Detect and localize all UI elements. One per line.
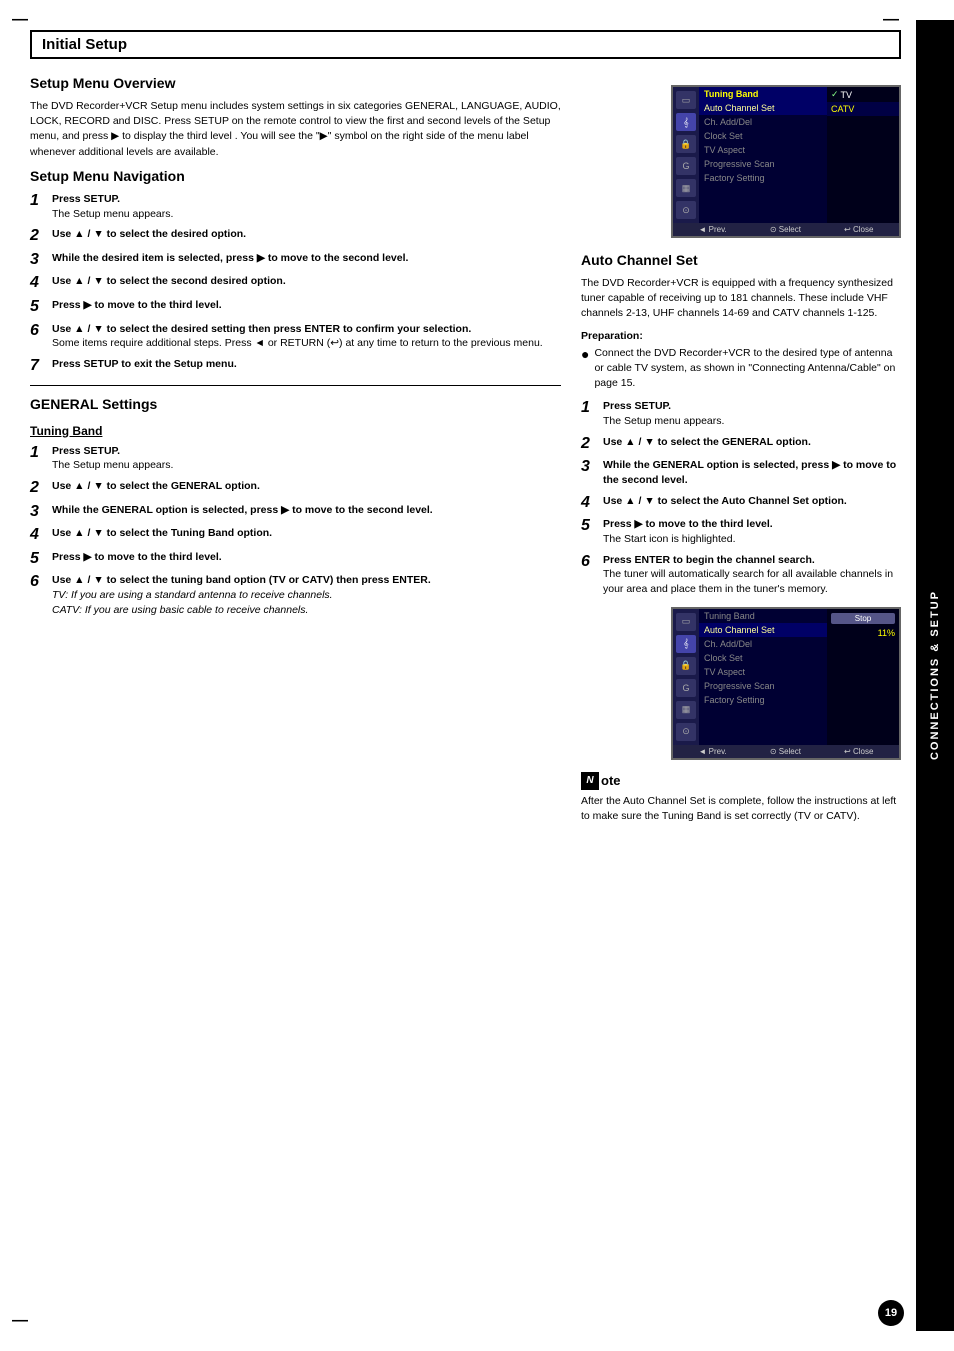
menu-item-factory: Factory Setting bbox=[699, 171, 827, 185]
sidebar-label: CONNECTIONS & SETUP bbox=[929, 590, 941, 760]
step-nav-2: 2 Use ▲ / ▼ to select the desired option… bbox=[30, 227, 561, 245]
menu-item-tvaspect: TV Aspect bbox=[699, 143, 827, 157]
menu-icon-2: 𝄞 bbox=[676, 113, 696, 131]
menu2-item-tvaspect: TV Aspect bbox=[699, 665, 827, 679]
menu-icon-4: G bbox=[676, 157, 696, 175]
note-box: N ote After the Auto Channel Set is comp… bbox=[581, 772, 901, 824]
page-title-box: Initial Setup bbox=[30, 30, 901, 59]
step-tb-3: 3 While the GENERAL option is selected, … bbox=[30, 503, 561, 521]
step-tb-4: 4 Use ▲ / ▼ to select the Tuning Band op… bbox=[30, 526, 561, 544]
note-label: ote bbox=[601, 773, 621, 788]
corner-mark-tl: — bbox=[12, 12, 28, 28]
setup-menu-navigation-heading: Setup Menu Navigation bbox=[30, 168, 561, 184]
page-number: 19 bbox=[878, 1300, 904, 1326]
step-nav-1: 1 Press SETUP. The Setup menu appears. bbox=[30, 192, 561, 221]
setup-menu-overview-body: The DVD Recorder+VCR Setup menu includes… bbox=[30, 99, 561, 160]
auto-channel-set-heading: Auto Channel Set bbox=[581, 252, 901, 268]
setup-menu-overview-heading: Setup Menu Overview bbox=[30, 75, 561, 91]
note-icon: N bbox=[581, 772, 599, 790]
auto-channel-steps: 1 Press SETUP. The Setup menu appears. 2… bbox=[581, 399, 901, 596]
step-ac-5: 5 Press ▶ to move to the third level. Th… bbox=[581, 517, 901, 546]
menu-icon-3: 🔒 bbox=[676, 135, 696, 153]
step-ac-3: 3 While the GENERAL option is selected, … bbox=[581, 458, 901, 487]
menu-right-tv: ✓ TV bbox=[827, 87, 899, 102]
menu-icon-5: ▦ bbox=[676, 179, 696, 197]
page-title: Initial Setup bbox=[42, 36, 889, 53]
menu2-icon-5: ▦ bbox=[676, 701, 696, 719]
menu-screenshot-2: ▭ 𝄞 🔒 G ▦ ⊙ Tuning Band Auto Channel Set bbox=[581, 607, 901, 760]
step-tb-6: 6 Use ▲ / ▼ to select the tuning band op… bbox=[30, 573, 561, 617]
step-nav-6: 6 Use ▲ / ▼ to select the desired settin… bbox=[30, 322, 561, 351]
menu-title: Tuning Band bbox=[699, 87, 827, 101]
menu2-pct: 11% bbox=[827, 626, 899, 640]
menu-item-auto: Auto Channel Set bbox=[699, 101, 827, 115]
step-nav-3: 3 While the desired item is selected, pr… bbox=[30, 251, 561, 269]
prep-bullet: ● Connect the DVD Recorder+VCR to the de… bbox=[581, 346, 901, 392]
step-nav-7: 7 Press SETUP to exit the Setup menu. bbox=[30, 357, 561, 375]
corner-mark-tr: — bbox=[883, 12, 899, 28]
menu2-item-clock: Clock Set bbox=[699, 651, 827, 665]
menu-item-progscan: Progressive Scan bbox=[699, 157, 827, 171]
setup-nav-steps: 1 Press SETUP. The Setup menu appears. 2… bbox=[30, 192, 561, 375]
prep-bullet-text: Connect the DVD Recorder+VCR to the desi… bbox=[594, 346, 901, 392]
step-tb-1: 1 Press SETUP. The Setup menu appears. bbox=[30, 444, 561, 473]
step-nav-5: 5 Press ▶ to move to the third level. bbox=[30, 298, 561, 316]
step-ac-2: 2 Use ▲ / ▼ to select the GENERAL option… bbox=[581, 435, 901, 453]
menu2-icon-2: 𝄞 bbox=[676, 635, 696, 653]
general-settings-heading: GENERAL Settings bbox=[30, 396, 561, 412]
note-header: N ote bbox=[581, 772, 901, 790]
prep-label: Preparation: bbox=[581, 330, 901, 342]
step-nav-4: 4 Use ▲ / ▼ to select the second desired… bbox=[30, 274, 561, 292]
tuning-band-steps: 1 Press SETUP. The Setup menu appears. 2… bbox=[30, 444, 561, 618]
tuning-band-heading: Tuning Band bbox=[30, 424, 561, 438]
menu2-stop-btn[interactable]: Stop bbox=[831, 613, 895, 624]
step-ac-4: 4 Use ▲ / ▼ to select the Auto Channel S… bbox=[581, 494, 901, 512]
menu-screenshot-1: ▭ 𝄞 🔒 G ▦ ⊙ Tuning Band Auto Channel Set bbox=[581, 85, 901, 238]
menu2-icon-4: G bbox=[676, 679, 696, 697]
step-tb-5: 5 Press ▶ to move to the third level. bbox=[30, 550, 561, 568]
menu2-title: Tuning Band bbox=[699, 609, 827, 623]
menu-icon-6: ⊙ bbox=[676, 201, 696, 219]
menu-right-catv: CATV bbox=[827, 102, 899, 116]
menu2-item-factory: Factory Setting bbox=[699, 693, 827, 707]
menu2-item-chadd: Ch. Add/Del bbox=[699, 637, 827, 651]
menu2-item-progscan: Progressive Scan bbox=[699, 679, 827, 693]
menu-bottom-bar: ◄ Prev. ⊙ Select ↩ Close bbox=[673, 223, 899, 236]
sidebar: CONNECTIONS & SETUP bbox=[916, 20, 954, 1331]
note-body: After the Auto Channel Set is complete, … bbox=[581, 794, 901, 824]
menu2-bottom-bar: ◄ Prev. ⊙ Select ↩ Close bbox=[673, 745, 899, 758]
auto-channel-set-body: The DVD Recorder+VCR is equipped with a … bbox=[581, 276, 901, 322]
step-ac-1: 1 Press SETUP. The Setup menu appears. bbox=[581, 399, 901, 428]
corner-mark-bl: — bbox=[12, 1313, 28, 1329]
menu-item-clock: Clock Set bbox=[699, 129, 827, 143]
step-tb-2: 2 Use ▲ / ▼ to select the GENERAL option… bbox=[30, 479, 561, 497]
menu2-icon-6: ⊙ bbox=[676, 723, 696, 741]
divider-1 bbox=[30, 385, 561, 386]
menu-item-chadd: Ch. Add/Del bbox=[699, 115, 827, 129]
menu2-icon-3: 🔒 bbox=[676, 657, 696, 675]
step-ac-6: 6 Press ENTER to begin the channel searc… bbox=[581, 553, 901, 597]
menu2-icon-1: ▭ bbox=[676, 613, 696, 631]
menu-icon-1: ▭ bbox=[676, 91, 696, 109]
menu2-item-auto: Auto Channel Set bbox=[699, 623, 827, 637]
